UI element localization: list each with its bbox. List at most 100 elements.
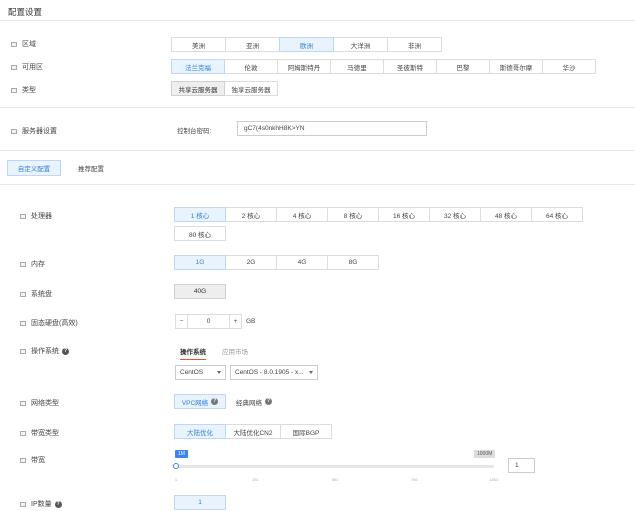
zone-option[interactable]: 法兰克福 (171, 59, 225, 74)
region-options: 美洲 亚洲 欧洲 大洋洲 非洲 (171, 37, 442, 52)
slider-tick-label: 501 (331, 477, 339, 482)
system-disk-value[interactable]: 40G (174, 284, 226, 299)
region-option[interactable]: 非洲 (387, 37, 442, 52)
ssd-value-input[interactable]: 0 (187, 314, 230, 329)
network-type-row-label: 网络类型 (20, 398, 59, 408)
zone-options: 法兰克福 伦敦 阿姆斯特丹 马德里 圣彼斯特 巴黎 斯德哥尔摩 华沙 (171, 59, 596, 74)
os-version-select[interactable]: CentOS - 8.0.1905 - x... (230, 365, 318, 380)
bandwidth-type-option[interactable]: 大陆优化CN2 (225, 424, 281, 439)
network-classic-label: 经典网络 (236, 399, 262, 407)
cpu-option[interactable]: 4 核心 (276, 207, 328, 222)
chevron-down-icon (217, 371, 221, 374)
type-label: 类型 (22, 87, 36, 94)
network-type-options: VPC网络 ? 经典网络 ? (174, 394, 280, 409)
zone-option[interactable]: 巴黎 (436, 59, 490, 74)
bandwidth-min-badge: 1M (175, 450, 188, 458)
os-label: 操作系统 (31, 348, 59, 355)
cpu-option[interactable]: 1 核心 (174, 207, 226, 222)
ip-count-row-label: IP数量 ? (20, 499, 62, 509)
grid-icon (11, 87, 17, 93)
memory-option[interactable]: 8G (327, 255, 379, 270)
zone-option[interactable]: 伦敦 (224, 59, 278, 74)
network-vpc-button[interactable]: VPC网络 ? (174, 394, 226, 409)
ssd-plus-button[interactable]: + (229, 314, 242, 329)
grid-icon (20, 430, 26, 436)
ssd-row-label: 固态硬盘(高效) (20, 318, 78, 328)
network-type-label: 网络类型 (31, 400, 59, 407)
bandwidth-type-label: 带宽类型 (31, 430, 59, 437)
grid-icon (20, 291, 26, 297)
chevron-down-icon (309, 371, 313, 374)
region-option[interactable]: 亚洲 (225, 37, 280, 52)
bandwidth-slider-handle[interactable] (173, 463, 179, 469)
system-disk-row-label: 系统盘 (20, 289, 52, 299)
bandwidth-type-row-label: 带宽类型 (20, 428, 59, 438)
cpu-option[interactable]: 48 核心 (480, 207, 532, 222)
bandwidth-type-option[interactable]: 国际BGP (280, 424, 332, 439)
os-distro-value: CentOS (180, 369, 204, 376)
system-disk-label: 系统盘 (31, 291, 52, 298)
region-option[interactable]: 美洲 (171, 37, 226, 52)
type-options: 共享云服务器 独享云服务器 (171, 81, 278, 96)
cpu-option[interactable]: 16 核心 (378, 207, 430, 222)
divider (0, 20, 635, 21)
zone-option[interactable]: 华沙 (542, 59, 596, 74)
ip-count-value[interactable]: 1 (174, 495, 226, 510)
server-icon (11, 128, 17, 134)
os-distro-select[interactable]: CentOS (175, 365, 226, 380)
grid-icon (20, 400, 26, 406)
help-icon[interactable]: ? (54, 500, 62, 508)
grid-icon (20, 501, 26, 507)
type-option[interactable]: 共享云服务器 (171, 81, 225, 96)
help-icon[interactable]: ? (211, 398, 219, 405)
tab-app-market[interactable]: 应用市场 (222, 346, 248, 356)
grid-icon (11, 64, 17, 70)
grid-icon (20, 348, 26, 354)
slider-tick-label: 750 (411, 477, 418, 482)
bandwidth-type-options: 大陆优化 大陆优化CN2 国际BGP (174, 424, 332, 439)
tab-recommended-config[interactable]: 推荐配置 (61, 160, 121, 176)
network-vpc-label: VPC网络 (181, 399, 209, 407)
tab-os[interactable]: 操作系统 (180, 346, 206, 360)
slider-tick-label: 1 (174, 477, 178, 482)
zone-option[interactable]: 马德里 (330, 59, 384, 74)
cpu-option[interactable]: 80 核心 (174, 226, 226, 241)
grid-icon (20, 261, 26, 267)
network-classic-button[interactable]: 经典网络 ? (228, 394, 280, 409)
cpu-option[interactable]: 64 核心 (531, 207, 583, 222)
memory-options: 1G 2G 4G 8G (174, 255, 379, 270)
bandwidth-value-input[interactable]: 1 (508, 458, 535, 473)
grid-icon (11, 41, 17, 47)
bandwidth-type-option[interactable]: 大陆优化 (174, 424, 226, 439)
zone-option[interactable]: 阿姆斯特丹 (277, 59, 331, 74)
memory-option[interactable]: 1G (174, 255, 226, 270)
type-row-label: 类型 (11, 85, 36, 95)
server-settings-row-label: 服务器设置 (11, 126, 57, 136)
grid-icon (20, 457, 26, 463)
region-option[interactable]: 欧洲 (279, 37, 334, 52)
ip-count-options: 1 (174, 495, 226, 510)
grid-icon (20, 320, 26, 326)
password-label: 控制台密码: (177, 128, 212, 135)
tab-custom-config[interactable]: 自定义配置 (7, 160, 61, 176)
memory-option[interactable]: 2G (225, 255, 277, 270)
type-option[interactable]: 独享云服务器 (224, 81, 278, 96)
zone-option[interactable]: 圣彼斯特 (383, 59, 437, 74)
bandwidth-slider-track[interactable] (173, 463, 494, 469)
region-option[interactable]: 大洋洲 (333, 37, 388, 52)
help-icon[interactable]: ? (62, 347, 69, 355)
os-row-label: 操作系统 ? (20, 346, 69, 356)
bandwidth-slider-ticks: 1 251 501 750 1000 (174, 477, 499, 485)
page-title: 配置设置 (8, 7, 43, 17)
help-icon[interactable]: ? (265, 398, 272, 405)
password-input[interactable]: gC7(4s0nkhH8K>YN (237, 121, 427, 136)
region-row-label: 区域 (11, 39, 36, 49)
cpu-option[interactable]: 2 核心 (225, 207, 277, 222)
grid-icon (20, 213, 26, 219)
slider-tick-label: 1000 (489, 477, 499, 482)
memory-option[interactable]: 4G (276, 255, 328, 270)
zone-option[interactable]: 斯德哥尔摩 (489, 59, 543, 74)
cpu-option[interactable]: 32 核心 (429, 207, 481, 222)
cpu-option[interactable]: 8 核心 (327, 207, 379, 222)
divider (0, 184, 635, 185)
